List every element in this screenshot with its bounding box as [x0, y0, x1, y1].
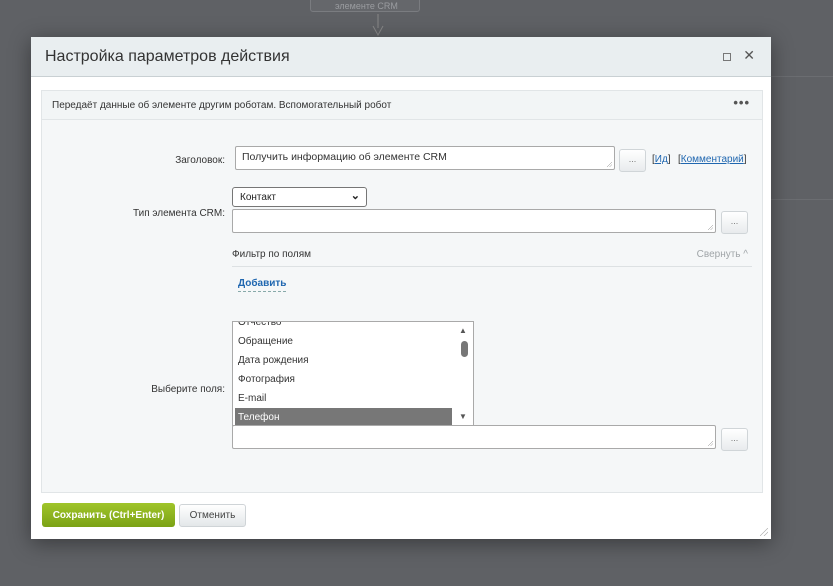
comment-link[interactable]: Комментарий [681, 154, 744, 165]
title-input[interactable]: Получить информацию об элементе CRM [235, 146, 615, 170]
type-label: Тип элемента CRM: [132, 208, 225, 219]
scroll-thumb[interactable] [461, 341, 468, 357]
chevron-down-icon: ⌄ [350, 190, 360, 202]
filter-title: Фильтр по полям [232, 249, 312, 260]
save-button[interactable]: Сохранить (Ctrl+Enter) [42, 503, 175, 527]
list-option[interactable]: E-mail [233, 389, 450, 408]
node-label: элементе CRM [335, 1, 398, 11]
settings-panel: Передаёт данные об элементе другим робот… [41, 90, 763, 493]
dialog-title: Настройка параметров действия [45, 48, 290, 65]
maximize-icon[interactable] [723, 53, 731, 61]
divider [771, 76, 833, 77]
action-settings-dialog: Настройка параметров действия ✕ Передаёт… [31, 37, 771, 539]
chevron-up-icon: ^ [743, 249, 748, 260]
close-icon[interactable]: ✕ [743, 47, 755, 64]
type-expression-input[interactable] [232, 209, 716, 233]
scroll-up-icon[interactable]: ▲ [459, 326, 467, 335]
list-option[interactable]: Обращение [233, 332, 450, 351]
title-label: Заголовок: [175, 155, 225, 166]
scroll-down-icon[interactable]: ▼ [459, 412, 467, 421]
list-option[interactable]: Фотография [233, 370, 450, 389]
cancel-button[interactable]: Отменить [179, 504, 246, 527]
list-option-selected[interactable]: Телефон [235, 408, 452, 425]
divider [771, 199, 833, 200]
collapse-label: Свернуть [696, 249, 741, 260]
filter-header: Фильтр по полям Свернуть ^ [232, 247, 752, 267]
crm-type-select[interactable]: Контакт ⌄ [232, 187, 367, 207]
arrow-down-icon [372, 14, 384, 36]
title-insert-button[interactable]: ... [619, 149, 646, 172]
fields-insert-button[interactable]: ... [721, 428, 748, 451]
type-insert-button[interactable]: ... [721, 211, 748, 234]
list-option[interactable]: Дата рождения [233, 351, 450, 370]
description: Передаёт данные об элементе другим робот… [52, 100, 392, 111]
resize-handle[interactable] [760, 528, 768, 536]
add-filter-link[interactable]: Добавить [238, 278, 287, 292]
fields-expression-input[interactable] [232, 425, 716, 449]
description-bar: Передаёт данные об элементе другим робот… [42, 91, 762, 120]
id-link[interactable]: Ид [655, 154, 668, 165]
more-icon[interactable]: ••• [733, 95, 750, 110]
dialog-header: Настройка параметров действия ✕ [31, 37, 771, 77]
choose-fields-label: Выберите поля: [151, 384, 225, 395]
fields-listbox[interactable]: Отчество Обращение Дата рождения Фотогра… [232, 321, 474, 426]
list-option[interactable]: Отчество [233, 322, 450, 332]
scrollbar[interactable]: ▲ ▼ [455, 322, 473, 425]
collapse-button[interactable]: Свернуть ^ [697, 249, 748, 260]
background-robot-node: элементе CRM [310, 0, 420, 12]
selected-value: Контакт [240, 192, 277, 203]
